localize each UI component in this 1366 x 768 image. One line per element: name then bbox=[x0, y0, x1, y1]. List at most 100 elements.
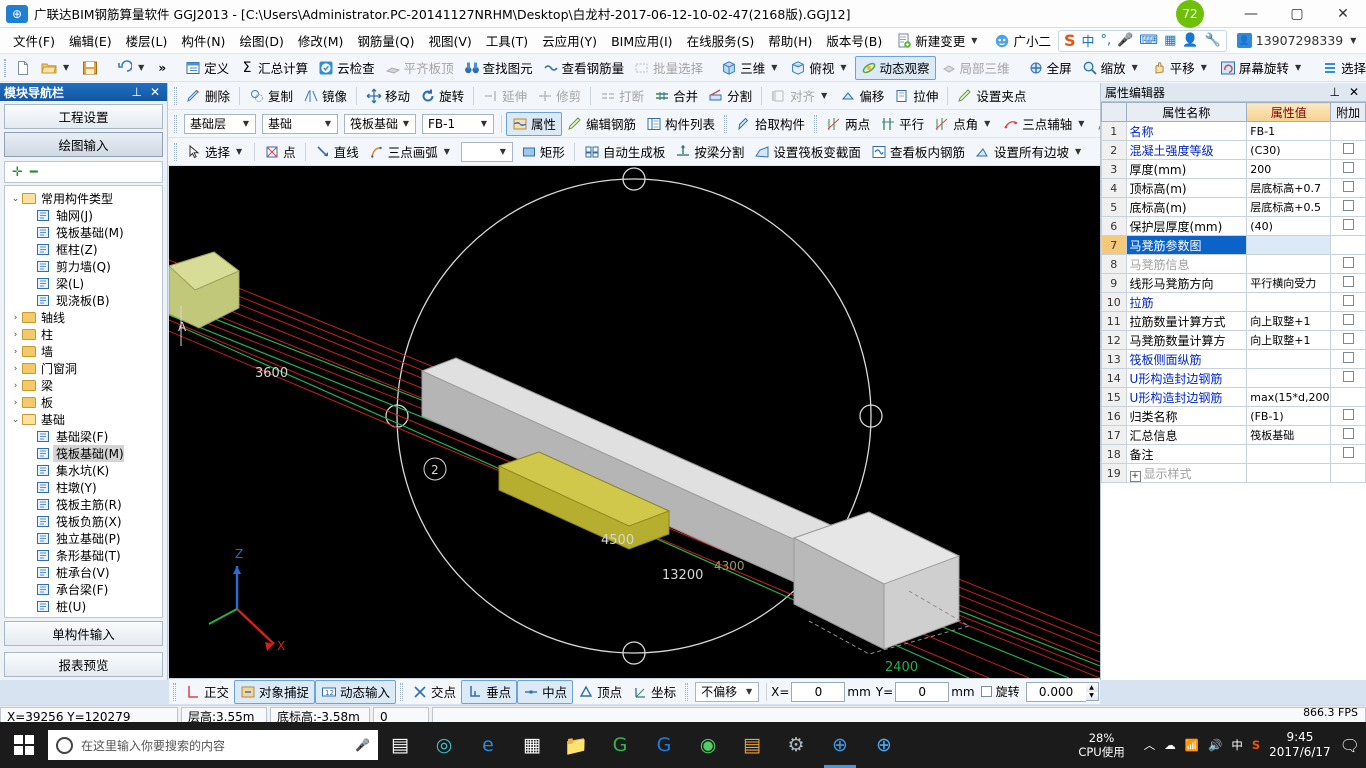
set-slope-button[interactable]: 设置所有边坡 ▼ bbox=[970, 140, 1089, 164]
set-grip-button[interactable]: 设置夹点 bbox=[952, 84, 1031, 108]
property-row[interactable]: 2 混凝土强度等级 (C30) bbox=[1101, 140, 1366, 160]
property-row[interactable]: 14 U形构造封边钢筋 bbox=[1101, 368, 1366, 388]
offset-button[interactable]: 偏移 bbox=[835, 84, 889, 108]
toolbar-grip[interactable] bbox=[4, 58, 6, 77]
property-row[interactable]: 4 顶标高(m) 层底标高+0.7 bbox=[1101, 178, 1366, 198]
intersection-snap[interactable]: 交点 bbox=[407, 680, 461, 704]
tree-item[interactable]: 桩承台(V) bbox=[5, 564, 162, 581]
property-name[interactable]: 备注 bbox=[1125, 444, 1248, 464]
ortho-toggle[interactable]: 正交 bbox=[180, 680, 234, 704]
open-caret-icon[interactable]: ▼ bbox=[60, 63, 72, 72]
property-row[interactable]: 12 马凳筋数量计算方 向上取整+1 bbox=[1101, 330, 1366, 350]
stretch-button[interactable]: 拉伸 bbox=[889, 84, 943, 108]
rotate-button[interactable]: 旋转 bbox=[415, 84, 469, 108]
guangxiaoer-button[interactable]: 广小二 bbox=[987, 28, 1058, 53]
break-button[interactable]: 打断 bbox=[595, 84, 649, 108]
select-tool-button[interactable]: 选择 ▼ bbox=[181, 140, 250, 164]
summary-calc-button[interactable]: Σ 汇总计算 bbox=[234, 56, 313, 80]
project-settings-button[interactable]: 工程设置 bbox=[4, 104, 163, 129]
property-name[interactable]: 厚度(mm) bbox=[1125, 159, 1248, 179]
property-attach-cell[interactable] bbox=[1330, 387, 1366, 407]
taskbar-clock[interactable]: 9:45 2017/6/17 bbox=[1269, 730, 1331, 760]
property-attach-cell[interactable] bbox=[1330, 159, 1366, 179]
ggj2-icon[interactable]: ⊕ bbox=[862, 722, 906, 768]
tray-network-icon[interactable]: 📶 bbox=[1185, 738, 1199, 752]
property-row[interactable]: 5 底标高(m) 层底标高+0.5 bbox=[1101, 197, 1366, 217]
tray-sogou-icon[interactable]: S bbox=[1252, 738, 1260, 752]
minimize-button[interactable]: — bbox=[1228, 0, 1274, 28]
property-name[interactable]: 底标高(m) bbox=[1125, 197, 1248, 217]
tree-item[interactable]: 桩(U) bbox=[5, 598, 162, 615]
expand-icon[interactable]: › bbox=[9, 313, 22, 323]
parallel-button[interactable]: 平行 bbox=[875, 112, 929, 136]
attach-checkbox[interactable] bbox=[1342, 447, 1354, 458]
store-icon[interactable]: ▦ bbox=[510, 722, 554, 768]
select-floor-button[interactable]: 选择楼层 bbox=[1317, 56, 1366, 80]
notes-icon[interactable]: ▤ bbox=[730, 722, 774, 768]
tray-volume-icon[interactable]: 🔊 bbox=[1208, 738, 1222, 752]
property-row[interactable]: 3 厚度(mm) 200 bbox=[1101, 159, 1366, 179]
property-name[interactable]: 筏板侧面纵筋 bbox=[1125, 349, 1248, 369]
new-change-caret-icon[interactable]: ▼ bbox=[968, 36, 980, 45]
property-value[interactable]: 层底标高+0.5 bbox=[1246, 197, 1332, 217]
tree-item[interactable]: 承台梁(F) bbox=[5, 581, 162, 598]
property-attach-cell[interactable] bbox=[1330, 311, 1366, 331]
property-value[interactable]: (40) bbox=[1246, 216, 1332, 236]
zoom-button[interactable]: 缩放 ▼ bbox=[1077, 56, 1146, 80]
property-name[interactable]: U形构造封边钢筋 bbox=[1125, 387, 1248, 407]
component-tree[interactable]: ⌄ 常用构件类型 轴网(J) 筏板基础(M) 框柱(Z) 剪力墙(Q) 梁(L) 现浇板(B)… bbox=[4, 185, 163, 618]
expand-icon[interactable]: › bbox=[9, 364, 22, 374]
collapse-icon[interactable]: ⌄ bbox=[9, 194, 22, 204]
select-tool-caret-icon[interactable]: ▼ bbox=[233, 147, 245, 156]
notification-badge[interactable]: 72 bbox=[1176, 0, 1204, 28]
menu-help[interactable]: 帮助(H) bbox=[761, 28, 819, 53]
property-attach-cell[interactable] bbox=[1330, 197, 1366, 217]
find-element-button[interactable]: 查找图元 bbox=[459, 56, 538, 80]
mirror-button[interactable]: 镜像 bbox=[298, 84, 352, 108]
property-row[interactable]: 9 线形马凳筋方向 平行横向受力 bbox=[1101, 273, 1366, 293]
close-button[interactable]: ✕ bbox=[1320, 0, 1366, 28]
cloud-check-button[interactable]: 云检查 bbox=[313, 56, 380, 80]
property-value[interactable] bbox=[1246, 444, 1332, 464]
drawing-canvas[interactable]: Z X 3600 4500 13200 4300 2400 2 A bbox=[169, 166, 1100, 678]
osnap-toggle[interactable]: 对象捕捉 bbox=[234, 679, 316, 704]
report-preview-button[interactable]: 报表预览 bbox=[4, 652, 163, 677]
menu-tools[interactable]: 工具(T) bbox=[479, 28, 535, 53]
move-button[interactable]: 移动 bbox=[361, 84, 415, 108]
draw-input-button[interactable]: 绘图输入 bbox=[4, 132, 163, 157]
screen-rotate-button[interactable]: 屏幕旋转 ▼ bbox=[1215, 56, 1309, 80]
tree-item[interactable]: 筏板负筋(X) bbox=[5, 513, 162, 530]
property-attach-cell[interactable] bbox=[1330, 254, 1366, 274]
menu-version[interactable]: 版本号(B) bbox=[819, 28, 889, 53]
y-input[interactable]: 0 bbox=[895, 681, 950, 702]
define-button[interactable]: 定义 bbox=[180, 56, 234, 80]
three-point-arc-button[interactable]: 三点画弧 ▼ bbox=[364, 140, 458, 164]
property-table[interactable]: 属性名称 属性值 附加 1 名称 FB-1 2 混凝土强度等级 (C30) 3 厚度(mm) 2… bbox=[1101, 102, 1366, 483]
property-pin-icon[interactable]: ⊥ bbox=[1329, 85, 1339, 99]
attach-checkbox[interactable] bbox=[1342, 371, 1354, 382]
tree-item[interactable]: 基础板带(W) bbox=[5, 615, 162, 617]
property-value[interactable] bbox=[1246, 292, 1332, 312]
property-close-icon[interactable]: ✕ bbox=[1349, 85, 1359, 99]
three-point-axis-caret-icon[interactable]: ▼ bbox=[1075, 119, 1087, 128]
property-row[interactable]: 8 马凳筋信息 bbox=[1101, 254, 1366, 274]
tree-item[interactable]: 筏板主筋(R) bbox=[5, 496, 162, 513]
remove-node-icon[interactable]: ━ bbox=[30, 165, 38, 180]
property-value[interactable]: 层底标高+0.7 bbox=[1246, 178, 1332, 198]
tree-item[interactable]: 现浇板(B) bbox=[5, 292, 162, 309]
property-value[interactable]: 向上取整+1 bbox=[1246, 330, 1332, 350]
raft-section-button[interactable]: 设置筏板变截面 bbox=[749, 140, 866, 164]
menu-draw[interactable]: 绘图(D) bbox=[232, 28, 290, 53]
view-rebar-amount-button[interactable]: 查看钢筋量 bbox=[538, 56, 630, 80]
new-change-button[interactable]: 新建变更 ▼ bbox=[889, 28, 987, 53]
extend-button[interactable]: 延伸 bbox=[478, 84, 532, 108]
property-attach-cell[interactable] bbox=[1330, 121, 1366, 141]
attach-checkbox[interactable] bbox=[1342, 257, 1354, 268]
menu-component[interactable]: 构件(N) bbox=[174, 28, 232, 53]
category-select-caret-icon[interactable]: ▼ bbox=[321, 119, 335, 128]
attach-checkbox[interactable] bbox=[1342, 333, 1354, 344]
zoom-caret-icon[interactable]: ▼ bbox=[1129, 63, 1141, 72]
new-file-button[interactable] bbox=[10, 56, 36, 80]
tree-item[interactable]: 独立基础(P) bbox=[5, 530, 162, 547]
menu-edit[interactable]: 编辑(E) bbox=[62, 28, 119, 53]
